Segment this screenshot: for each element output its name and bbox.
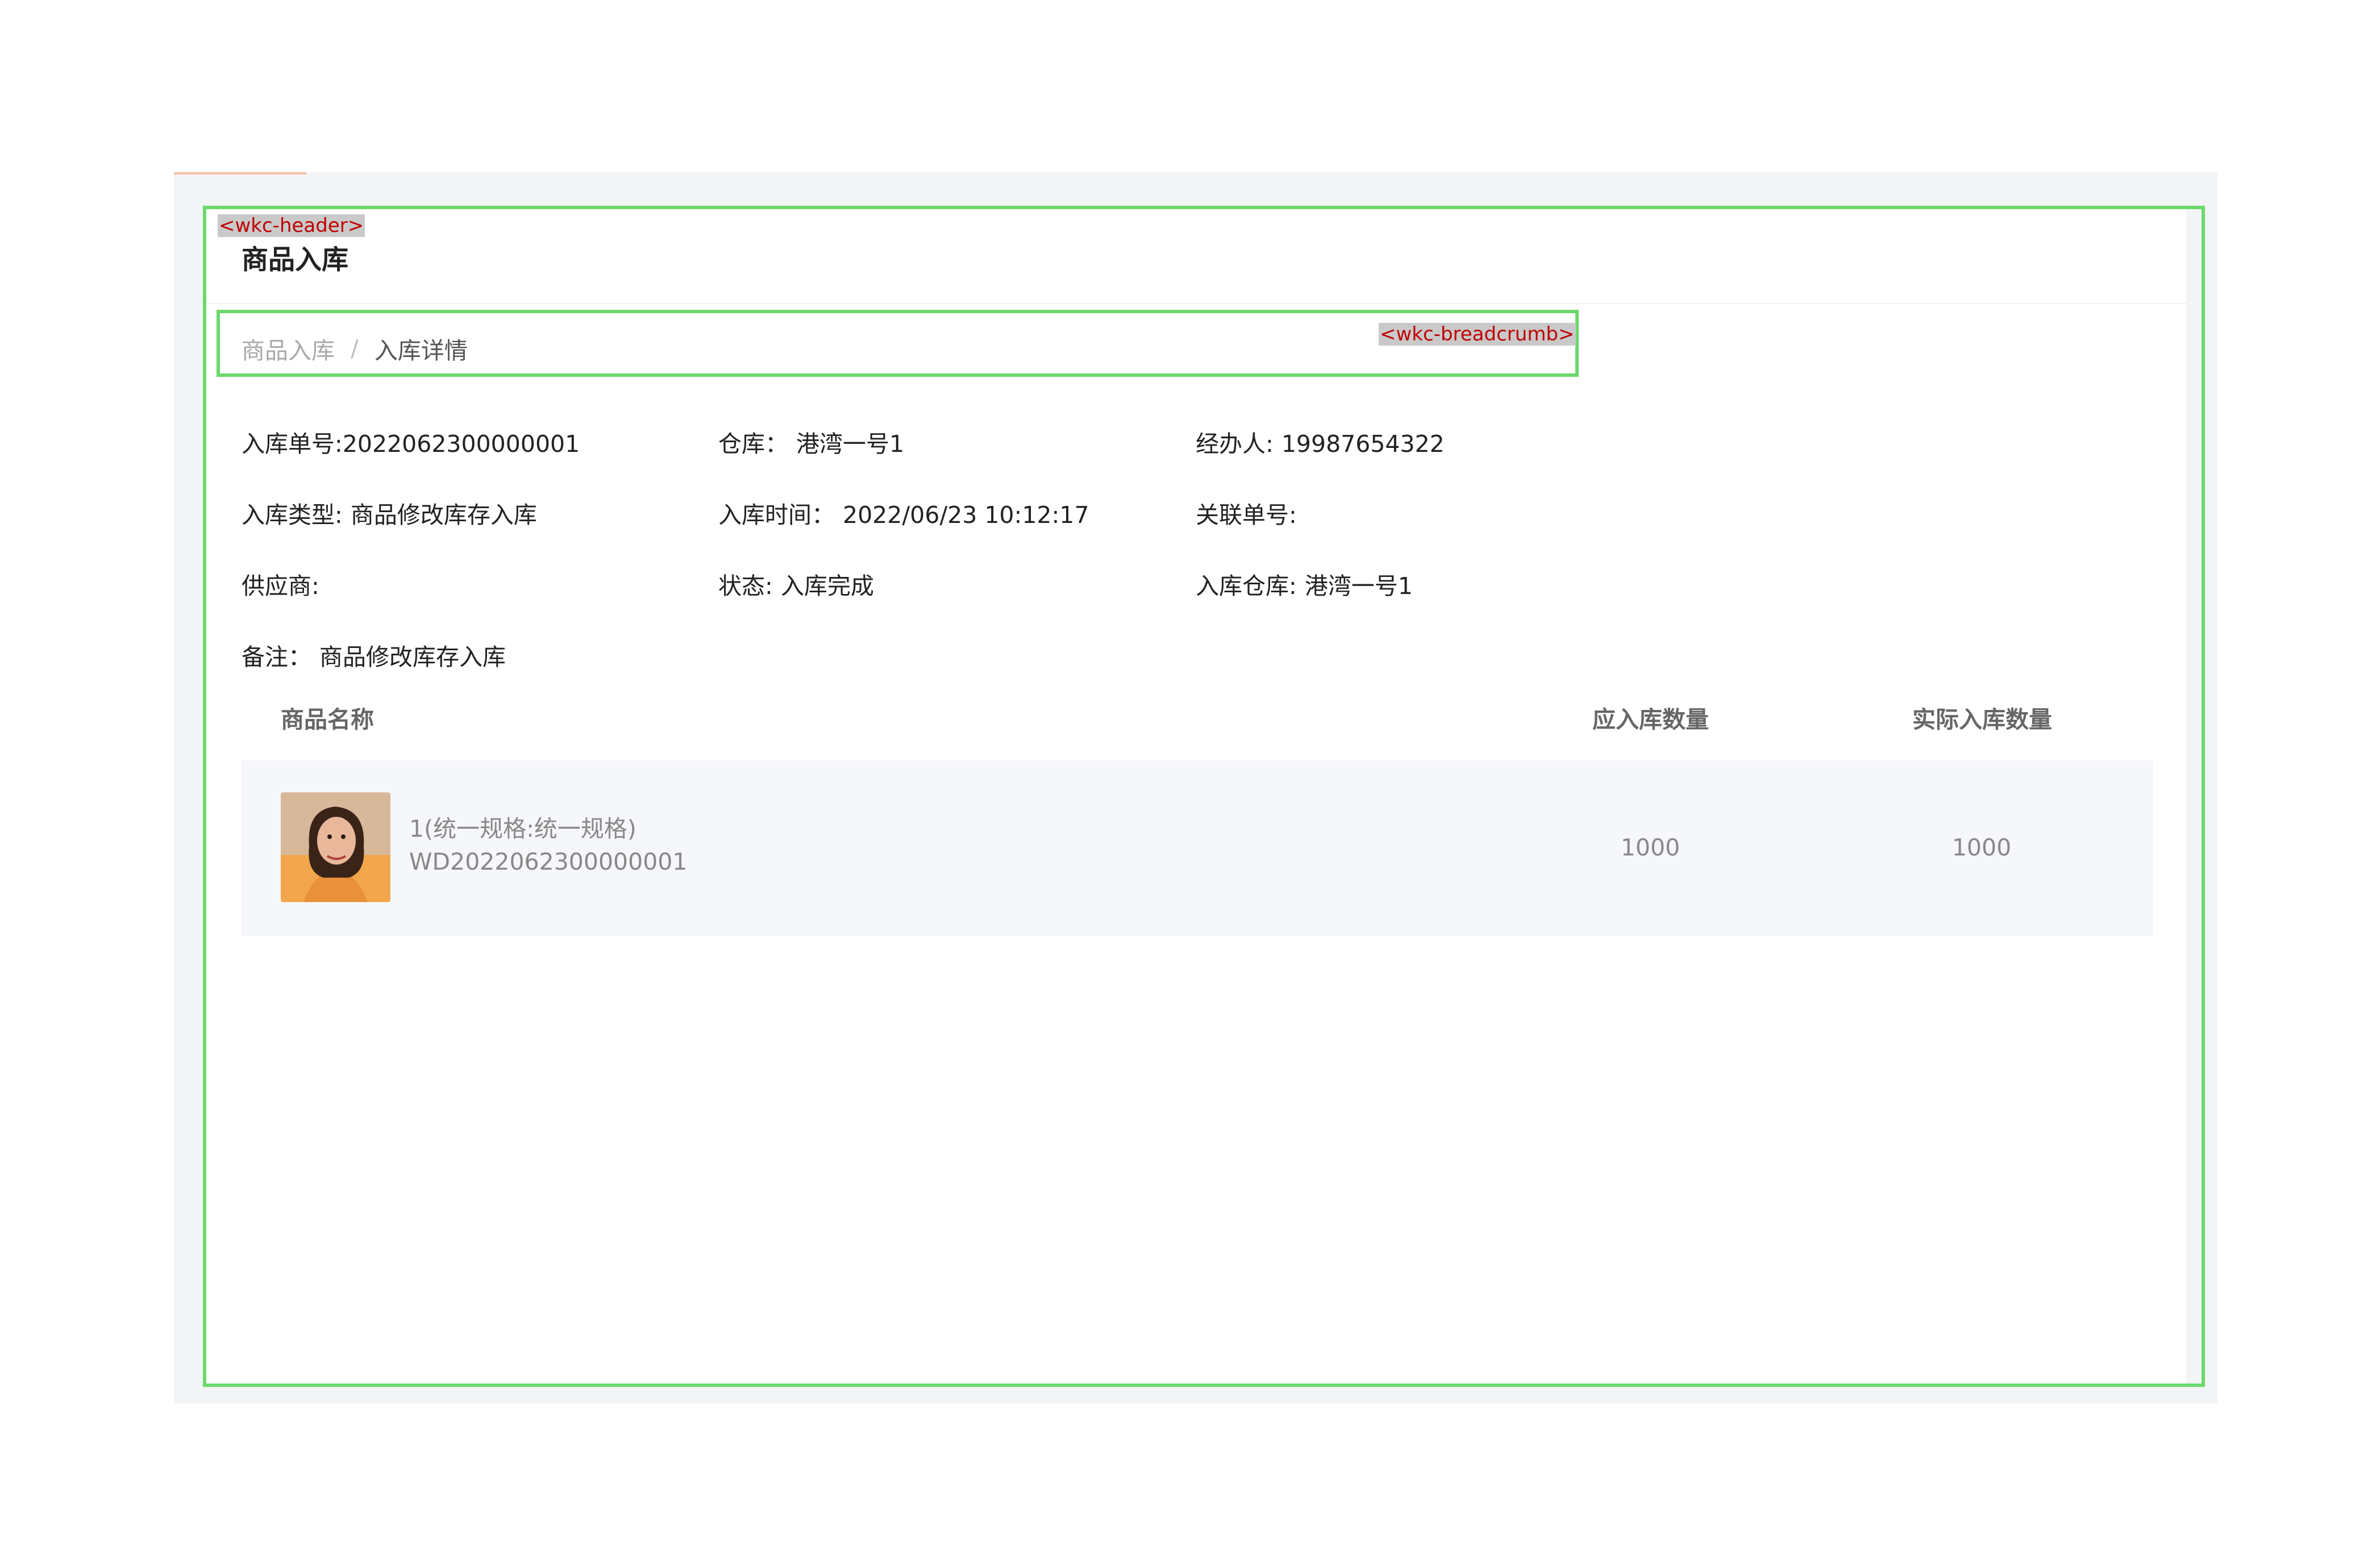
header-annotation-tag: <wkc-header> [218,214,365,237]
header-annotation-outline [203,206,2205,1387]
active-tab-indicator [174,172,306,175]
breadcrumb-annotation-tag: <wkc-breadcrumb> [1379,323,1576,346]
breadcrumb-annotation-outline [217,310,1579,377]
